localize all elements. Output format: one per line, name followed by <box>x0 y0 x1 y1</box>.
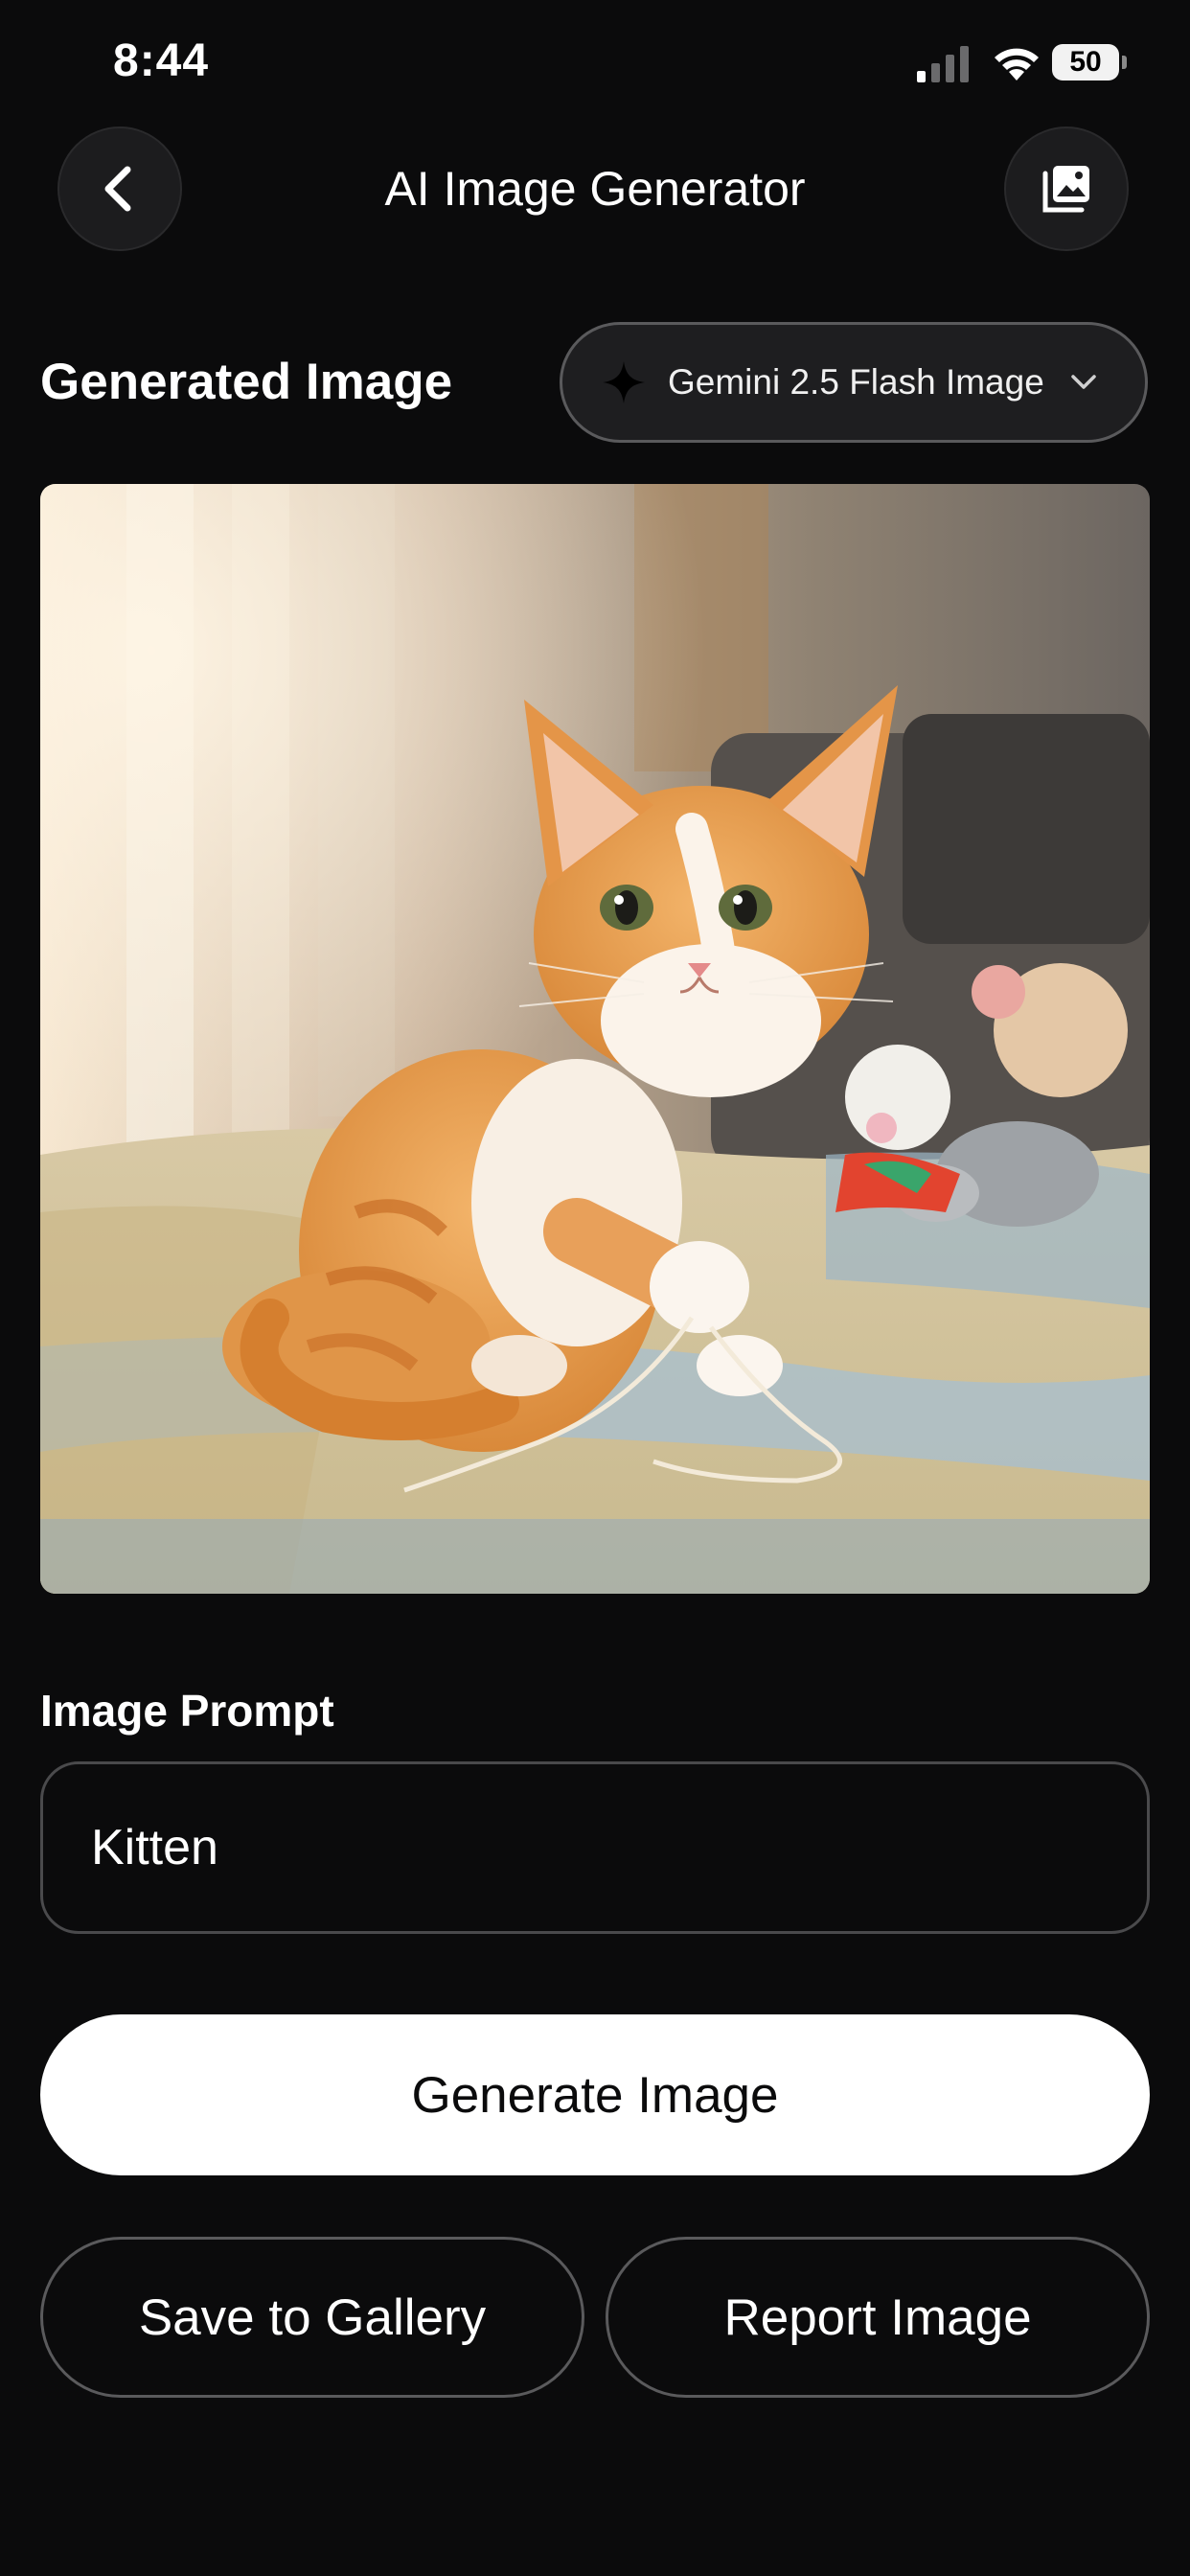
generate-image-button[interactable]: Generate Image <box>40 2014 1150 2175</box>
cellular-signal-icon <box>917 46 969 82</box>
battery-indicator: 50 <box>1052 44 1129 82</box>
save-to-gallery-button[interactable]: Save to Gallery <box>40 2237 584 2398</box>
kitten-image <box>40 484 1150 1594</box>
photo-gallery-icon <box>1042 166 1089 213</box>
image-prompt-label: Image Prompt <box>40 1686 334 1736</box>
battery-level: 50 <box>1069 46 1102 78</box>
gallery-button[interactable] <box>1004 126 1129 251</box>
model-selector[interactable]: Gemini 2.5 Flash Image <box>560 322 1148 443</box>
sparkle-icon <box>603 361 645 403</box>
status-time: 8:44 <box>113 35 210 86</box>
wifi-icon <box>995 48 1039 80</box>
generated-image[interactable] <box>40 484 1150 1594</box>
report-image-button[interactable]: Report Image <box>606 2237 1150 2398</box>
model-selector-label: Gemini 2.5 Flash Image <box>668 362 1044 402</box>
chevron-down-icon <box>1071 375 1096 389</box>
image-prompt-input[interactable] <box>40 1761 1150 1934</box>
generated-image-heading: Generated Image <box>40 354 453 410</box>
